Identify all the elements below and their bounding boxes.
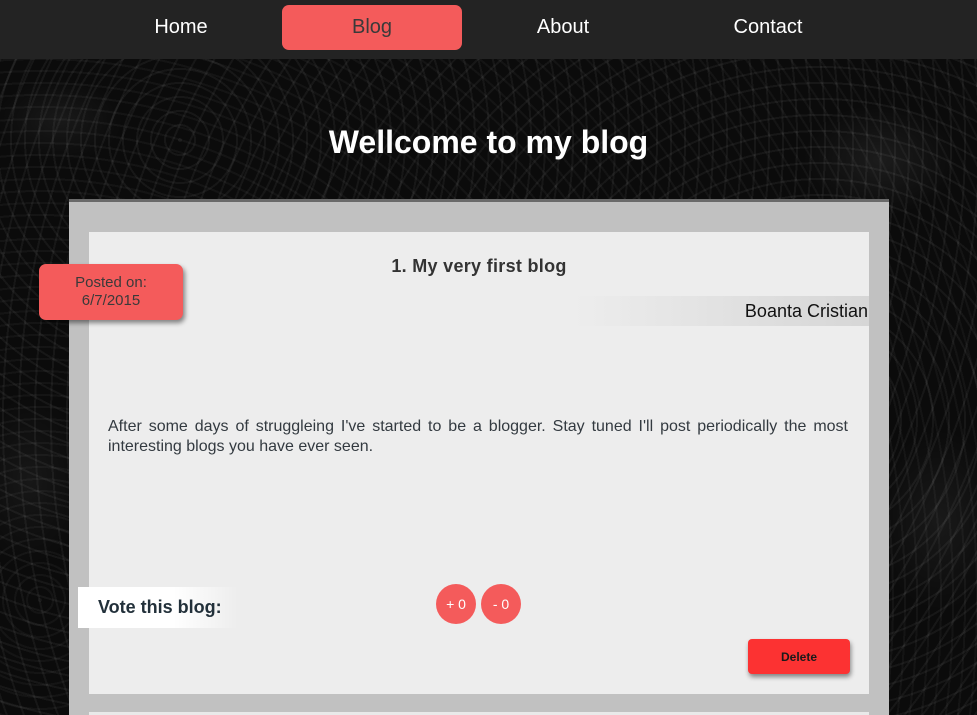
vote-label: Vote this blog: — [78, 587, 238, 628]
page-title: Wellcome to my blog — [328, 124, 649, 160]
nav-item-contact[interactable]: Contact — [676, 5, 860, 50]
nav-item-home[interactable]: Home — [100, 5, 262, 50]
post-author-strip: Boanta Cristian — [574, 296, 869, 326]
nav-item-about[interactable]: About — [482, 5, 644, 50]
downvote-button[interactable]: - 0 — [481, 584, 521, 624]
post-author: Boanta Cristian — [744, 300, 868, 321]
post-title: 1. My very first blog — [391, 256, 567, 276]
nav-item-blog[interactable]: Blog — [282, 5, 462, 50]
delete-button[interactable]: Delete — [748, 639, 850, 674]
upvote-button[interactable]: + 0 — [436, 584, 476, 624]
posted-on-label: Posted on: — [75, 274, 147, 291]
post-date: 6/7/2015 — [81, 292, 141, 309]
post-date-badge: Posted on: 6/7/2015 — [39, 264, 183, 320]
post-body: After some days of struggleing I've star… — [108, 418, 848, 455]
top-navbar: Home Blog About Contact — [0, 0, 977, 59]
